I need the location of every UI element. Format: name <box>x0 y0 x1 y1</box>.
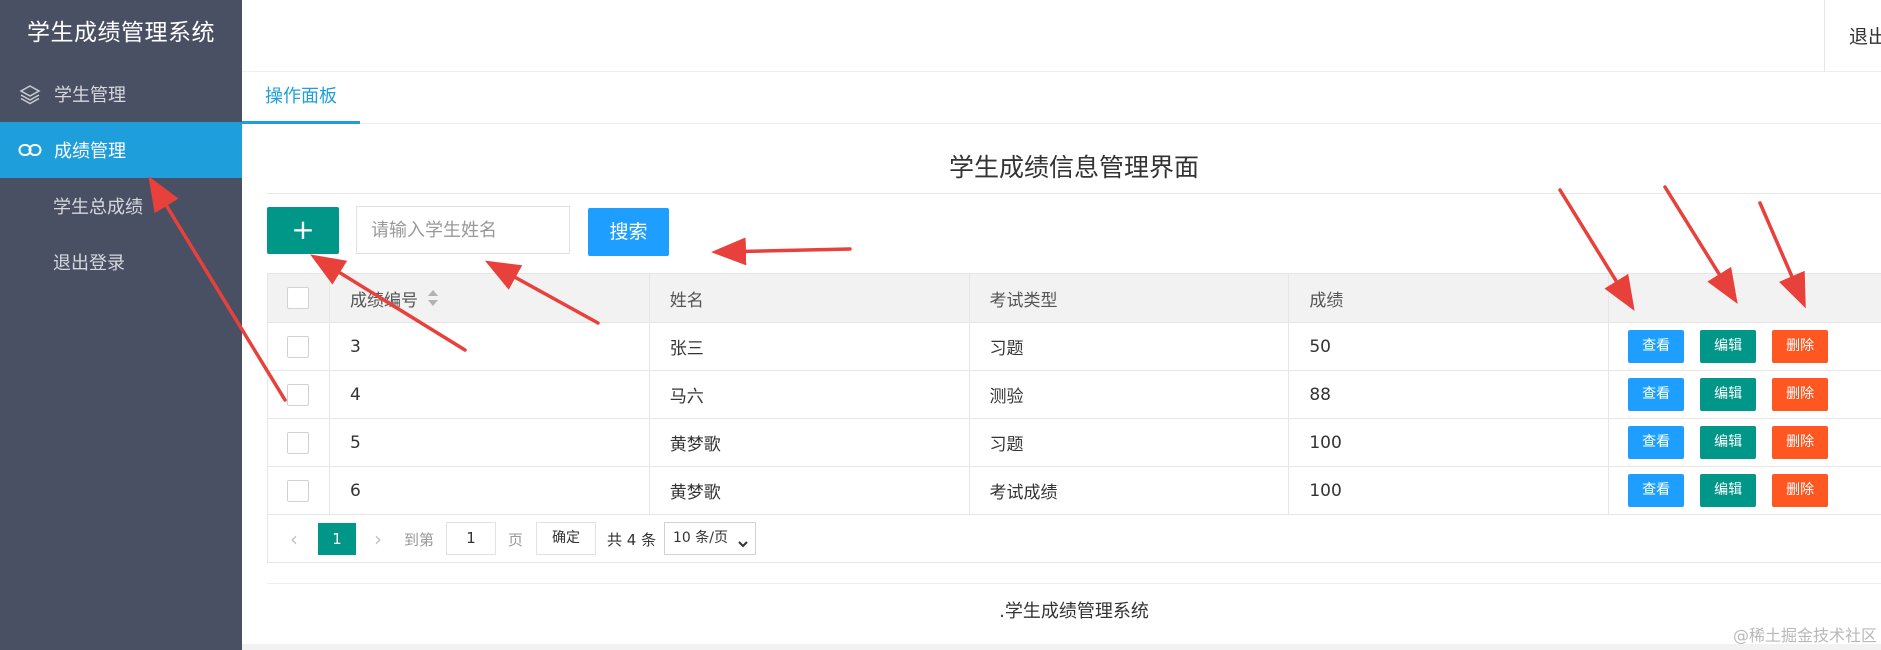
edit-button[interactable]: 编辑 <box>1700 330 1757 363</box>
view-button[interactable]: 查看 <box>1628 474 1685 507</box>
column-header-label: 成绩编号 <box>349 290 418 311</box>
sort-icon[interactable] <box>427 290 438 306</box>
cell-actions: 查看 编辑 删除 <box>1609 323 1881 370</box>
delete-button[interactable]: 删除 <box>1772 330 1829 363</box>
cell-actions: 查看 编辑 删除 <box>1609 371 1881 418</box>
table-row: 5 黄梦歌 习题 100 查看 编辑 删除 <box>268 419 1881 467</box>
search-input[interactable] <box>356 206 570 254</box>
sidebar: 学生成绩管理系统 学生管理 成绩管理 学生总成绩 退出登录 <box>0 0 242 650</box>
footer-bar <box>242 644 1881 650</box>
cell-type: 考试成绩 <box>970 467 1290 514</box>
select-all-checkbox[interactable] <box>287 287 310 309</box>
table-row: 4 马六 测验 88 查看 编辑 删除 <box>268 371 1881 419</box>
row-checkbox[interactable] <box>287 431 310 454</box>
cell-id: 6 <box>330 467 650 514</box>
chevron-down-icon <box>737 531 749 562</box>
prev-page-button[interactable]: ‹ <box>290 527 298 551</box>
arrow-to-search-button <box>711 237 852 266</box>
footer-divider <box>267 583 1881 584</box>
sidebar-item-score-management[interactable]: 成绩管理 <box>0 122 242 178</box>
cell-score: 50 <box>1289 323 1610 370</box>
view-button[interactable]: 查看 <box>1628 378 1685 411</box>
cell-score: 100 <box>1289 467 1610 514</box>
cell-name: 马六 <box>650 371 970 418</box>
top-header: 退出 <box>242 0 1881 72</box>
delete-button[interactable]: 删除 <box>1772 474 1829 507</box>
column-header-id[interactable]: 成绩编号 <box>330 274 650 322</box>
column-header-name: 姓名 <box>650 274 970 322</box>
table-row: 3 张三 习题 50 查看 编辑 删除 <box>268 323 1881 371</box>
tab-bar: 操作面板 <box>242 72 1881 124</box>
row-select-cell <box>268 323 330 370</box>
cell-score: 100 <box>1289 419 1610 466</box>
view-button[interactable]: 查看 <box>1628 330 1685 363</box>
sidebar-item-label: 成绩管理 <box>54 141 126 162</box>
cell-id: 5 <box>330 419 650 466</box>
cell-score: 88 <box>1289 371 1610 418</box>
logout-link[interactable]: 退出 <box>1849 22 1881 49</box>
cell-actions: 查看 编辑 删除 <box>1609 467 1881 514</box>
edit-button[interactable]: 编辑 <box>1700 378 1757 411</box>
page-size-select[interactable]: 10 条/页 <box>664 522 756 555</box>
sidebar-item-label: 学生总成绩 <box>53 197 143 218</box>
cell-type: 习题 <box>970 323 1290 370</box>
goto-label: 到第 <box>404 531 435 549</box>
table-row: 6 黄梦歌 考试成绩 100 查看 编辑 删除 <box>268 467 1881 515</box>
watermark: @稀土掘金技术社区 <box>1732 626 1877 645</box>
row-select-cell <box>268 371 330 418</box>
column-header-score: 成绩 <box>1289 274 1610 322</box>
divider <box>267 193 1881 194</box>
column-header-actions <box>1609 274 1881 322</box>
cell-type: 习题 <box>970 419 1290 466</box>
add-button[interactable]: + <box>267 207 339 254</box>
page-title: 学生成绩信息管理界面 <box>948 153 1199 182</box>
edit-button[interactable]: 编辑 <box>1700 426 1757 459</box>
score-table: 成绩编号 姓名 考试类型 成绩 3 张三 习题 50 查看 编辑 删除 4 马六… <box>267 273 1881 515</box>
pagination: ‹ 1 › 到第 1 页 确定 共 4 条 10 条/页 <box>267 514 1881 563</box>
delete-button[interactable]: 删除 <box>1772 378 1829 411</box>
header-divider <box>1824 0 1825 72</box>
confirm-page-button[interactable]: 确定 <box>536 522 596 555</box>
cell-type: 测验 <box>970 371 1290 418</box>
cell-actions: 查看 编辑 删除 <box>1609 419 1881 466</box>
link-icon <box>16 142 44 158</box>
page-size-value: 10 条/页 <box>673 530 728 546</box>
column-header-type: 考试类型 <box>970 274 1290 322</box>
view-button[interactable]: 查看 <box>1628 426 1685 459</box>
row-checkbox[interactable] <box>287 383 310 406</box>
delete-button[interactable]: 删除 <box>1772 426 1829 459</box>
app-logo: 学生成绩管理系统 <box>27 20 215 46</box>
page-1-button[interactable]: 1 <box>318 523 356 555</box>
sidebar-item-logout[interactable]: 退出登录 <box>0 234 242 290</box>
cell-name: 黄梦歌 <box>650 419 970 466</box>
page-number-input[interactable]: 1 <box>446 522 496 555</box>
total-count: 共 4 条 <box>607 531 657 549</box>
cell-id: 3 <box>330 323 650 370</box>
row-select-cell <box>268 467 330 514</box>
sidebar-item-label: 学生管理 <box>54 85 126 106</box>
table-header-row: 成绩编号 姓名 考试类型 成绩 <box>268 274 1881 323</box>
cell-id: 4 <box>330 371 650 418</box>
sidebar-item-student-management[interactable]: 学生管理 <box>0 66 242 122</box>
row-checkbox[interactable] <box>287 479 310 502</box>
search-button[interactable]: 搜索 <box>588 208 669 256</box>
tab-operation-panel[interactable]: 操作面板 <box>242 72 360 124</box>
footer-text: .学生成绩管理系统 <box>999 601 1149 622</box>
layers-icon <box>16 83 44 105</box>
select-all-cell <box>268 274 330 322</box>
page-label: 页 <box>508 531 524 549</box>
row-checkbox[interactable] <box>287 335 310 358</box>
sidebar-item-label: 退出登录 <box>53 253 125 274</box>
cell-name: 黄梦歌 <box>650 467 970 514</box>
sidebar-item-total-score[interactable]: 学生总成绩 <box>0 178 242 234</box>
edit-button[interactable]: 编辑 <box>1700 474 1757 507</box>
cell-name: 张三 <box>650 323 970 370</box>
next-page-button[interactable]: › <box>374 527 382 551</box>
row-select-cell <box>268 419 330 466</box>
